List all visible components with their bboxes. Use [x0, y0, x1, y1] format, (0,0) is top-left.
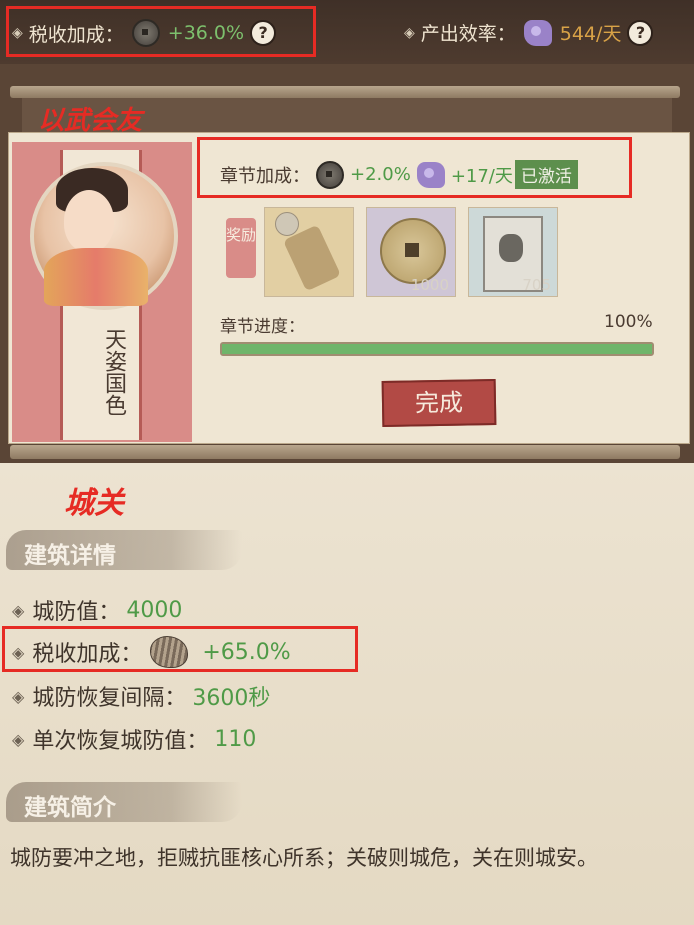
- help-icon[interactable]: ?: [627, 19, 654, 46]
- defense-value: 4000: [126, 597, 183, 623]
- reward-slot[interactable]: [264, 207, 354, 297]
- complete-button[interactable]: 完成: [381, 379, 497, 427]
- highlight-box: [2, 626, 358, 672]
- diamond-bullet-icon: ◈: [12, 600, 25, 620]
- recover-amount-row: ◈ 单次恢复城防值： 110: [12, 723, 256, 755]
- reward-slot[interactable]: 705: [468, 207, 558, 297]
- population-icon: [523, 19, 552, 46]
- coin-hole: [405, 243, 419, 257]
- output-rate-value: 544/天: [559, 23, 622, 45]
- progress-value: 100%: [604, 312, 653, 332]
- reward-count: 705: [522, 276, 551, 294]
- reward-slot[interactable]: 1000: [366, 207, 456, 297]
- recover-interval-label: 城防恢复间隔：: [32, 686, 187, 711]
- recover-interval-row: ◈ 城防恢复间隔： 3600秒: [12, 680, 270, 712]
- defense-row: ◈ 城防值： 4000: [12, 594, 182, 626]
- output-rate-stat: ◈ 产出效率： 544/天 ?: [404, 19, 654, 46]
- annotation-text: 城关: [64, 486, 124, 521]
- character-name: 天姿国色: [101, 328, 126, 416]
- scroll-rod: [10, 445, 680, 459]
- book-figure: [499, 234, 523, 262]
- progress-fill: [222, 344, 652, 354]
- progress-label: 章节进度：: [220, 317, 305, 337]
- recover-amount-value: 110: [214, 726, 257, 752]
- highlight-box: [6, 6, 316, 57]
- robe-shape: [44, 248, 148, 306]
- intro-text: 城防要冲之地，拒贼抗匪核心所系；关破则城危，关在则城安。: [10, 846, 598, 870]
- intro-heading: 建筑简介: [24, 795, 116, 821]
- highlight-box: [197, 137, 632, 198]
- face-shape: [64, 190, 114, 252]
- diamond-bullet-icon: ◈: [12, 686, 25, 706]
- output-rate-label: 产出效率：: [420, 23, 516, 45]
- scroll-rod: [10, 86, 680, 98]
- details-heading: 建筑详情: [24, 543, 116, 569]
- defense-label: 城防值：: [32, 600, 121, 625]
- recover-interval-value: 3600秒: [192, 686, 271, 711]
- event-panel: ◈ 税收加成： +36.0% ? ◈ 产出效率： 544/天 ? 以武会友 天姿…: [0, 0, 694, 463]
- reward-tag: 奖励: [226, 218, 256, 278]
- reward-count: 1000: [410, 276, 449, 294]
- recover-amount-label: 单次恢复城防值：: [32, 729, 209, 754]
- diamond-bullet-icon: ◈: [12, 729, 25, 749]
- gift-icon: [275, 212, 299, 236]
- diamond-bullet-icon: ◈: [404, 24, 415, 41]
- chapter-progress-bar: [220, 342, 654, 356]
